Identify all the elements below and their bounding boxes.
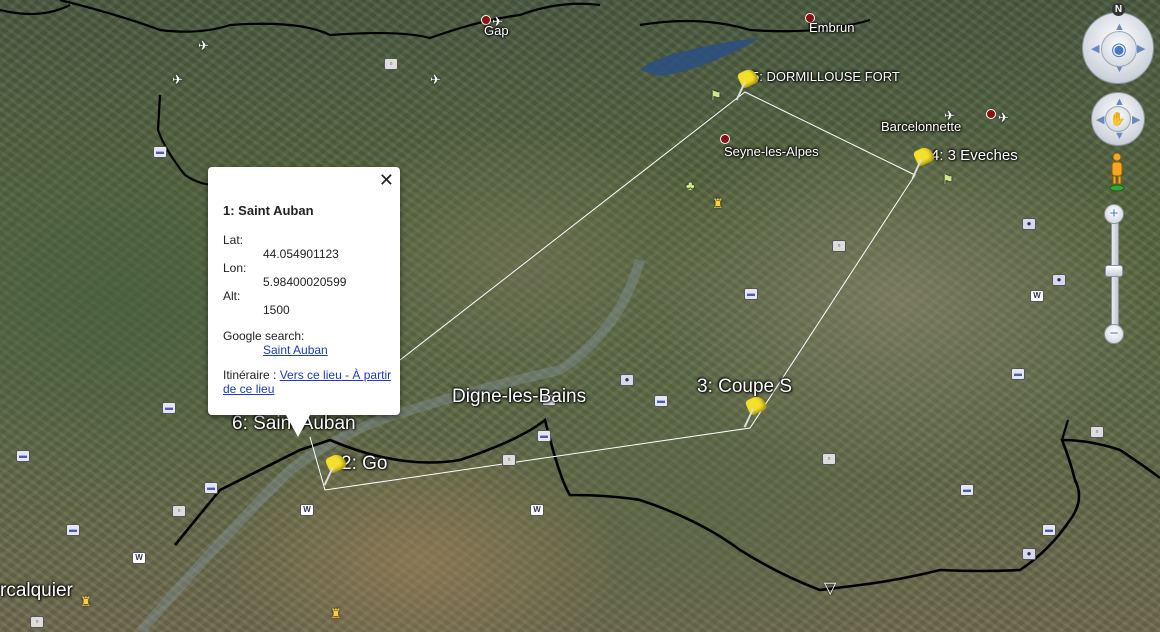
church-icon[interactable]: ♜ [330,606,342,622]
wikipedia-icon[interactable]: W [132,552,146,564]
camera-icon[interactable] [1022,548,1036,560]
hotel-icon[interactable] [204,482,218,494]
placemark-info-balloon: ✕ 1: Saint Auban Lat: 44.054901123 Lon: … [208,167,400,437]
town-dot-seyne [720,134,730,144]
placemark-pin-icon[interactable] [323,451,353,489]
hotel-icon[interactable] [654,395,668,407]
zoom-in-button[interactable]: + [1104,204,1124,224]
hand-icon[interactable]: ✋ [1105,106,1131,132]
place-label-seyne[interactable]: Seyne-les-Alpes [724,144,819,159]
border-north [0,0,871,40]
alt-label: Alt: [223,289,241,303]
placemark-label-5[interactable]: 5: DORMILLOUSE FORT [752,69,900,84]
link-separator: - [341,368,353,382]
place-label-gap[interactable]: Gap [484,23,509,38]
placemark-label-3[interactable]: 3: Coupe S [697,376,792,398]
airport-icon[interactable]: ✈ [198,38,209,54]
move-ring[interactable]: ▲ ▼ ◀ ▶ ✋ [1091,92,1145,146]
museum-icon[interactable] [384,58,398,70]
zoom-knob[interactable] [1105,265,1123,277]
balloon-tail [286,415,310,437]
look-ring[interactable]: N ▲ ▼ ◀ ▶ ◉ [1082,3,1154,84]
zoom-slider[interactable]: + − [1104,204,1124,344]
place-label-embrun[interactable]: Embrun [809,20,855,35]
hotel-icon[interactable] [960,484,974,496]
lat-label: Lat: [223,233,244,247]
church-icon[interactable]: ♜ [712,196,724,212]
airport-icon[interactable]: ✈ [172,72,183,88]
hiking-icon[interactable]: ⚑ [710,88,722,104]
close-icon[interactable]: ✕ [379,170,394,191]
lon-label: Lon: [223,261,247,275]
bar-icon[interactable]: ▽ [824,578,836,598]
landmark-icon[interactable] [822,453,836,465]
street-view-pegman-icon[interactable] [1108,152,1126,192]
look-right-arrow-icon[interactable]: ▶ [1137,42,1145,55]
place-label-digne[interactable]: Digne-les-Bains [452,386,586,408]
hotel-icon[interactable] [1042,524,1056,536]
hotel-icon[interactable] [16,450,30,462]
hotel-icon[interactable] [66,524,80,536]
hiking-icon[interactable]: ⚑ [942,172,954,188]
placemark-pin-icon[interactable] [911,144,941,182]
border-west [156,94,216,187]
zoom-out-button[interactable]: − [1104,324,1124,344]
itinerary: Itinéraire : Vers ce lieu - À partir de … [223,368,393,396]
placemark-pin-icon[interactable] [735,66,765,104]
wikipedia-icon[interactable]: W [300,504,314,516]
tour-path [309,91,916,491]
placemark-label-4[interactable]: 4: 3 Eveches [931,147,1018,164]
church-icon[interactable]: ♜ [80,594,92,610]
hotel-icon[interactable] [744,288,758,300]
place-label-barcelonnette[interactable]: Barcelonnette [881,119,961,134]
lon-value: 5.98400020599 [263,275,347,289]
google-search-link[interactable]: Saint Auban [263,343,328,357]
camera-icon[interactable] [1052,274,1066,286]
wikipedia-icon[interactable]: W [530,504,544,516]
place-label-forcalquier[interactable]: rcalquier [0,580,73,602]
move-right-arrow-icon[interactable]: ▶ [1132,113,1140,126]
airport-icon[interactable]: ✈ [430,72,441,88]
compass-north[interactable]: N [1112,3,1125,16]
hotel-icon[interactable] [1011,368,1025,380]
placemark-pin-icon[interactable] [743,393,773,431]
balloon-title: 1: Saint Auban [223,203,314,218]
map-overlay [0,0,1160,632]
eye-icon[interactable]: ◉ [1101,31,1137,67]
landmark-icon[interactable] [30,616,44,628]
look-left-arrow-icon[interactable]: ◀ [1091,42,1099,55]
school-icon[interactable] [502,454,516,466]
camera-icon[interactable] [1022,218,1036,230]
landmark-icon[interactable] [172,505,186,517]
alt-value: 1500 [263,303,290,317]
landmark-icon[interactable] [1090,426,1104,438]
lat-value: 44.054901123 [263,247,339,261]
google-search-label: Google search: [223,329,305,343]
hotel-icon[interactable] [153,146,167,158]
hotel-icon[interactable] [162,402,176,414]
move-left-arrow-icon[interactable]: ◀ [1096,113,1104,126]
landmark-icon[interactable] [832,240,846,252]
town-dot-barcelonnette [986,109,996,119]
satellite-map[interactable]: ✈ ✈ ✈ ✈ ✈ ✈ W W W W ▽ ♜ ♜ ♜ ♣ ⚑ ⚑ Gap Em… [0,0,1160,632]
airport-icon[interactable]: ✈ [998,110,1009,126]
wikipedia-icon[interactable]: W [1030,290,1044,302]
park-icon[interactable]: ♣ [686,178,695,193]
hotel-icon[interactable] [537,430,551,442]
directions-to-link[interactable]: Vers ce lieu [280,368,342,382]
itinerary-label: Itinéraire : [223,368,280,382]
navigation-controls: N ▲ ▼ ◀ ▶ ◉ ▲ ▼ ◀ ▶ ✋ + − [1076,0,1160,360]
camera-icon[interactable] [620,374,634,386]
